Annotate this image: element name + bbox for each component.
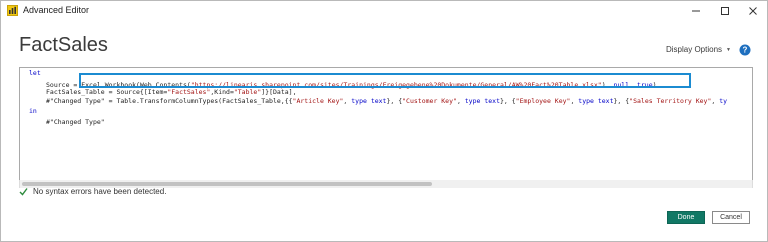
code-line: in — [29, 107, 37, 116]
window-title: Advanced Editor — [23, 5, 90, 15]
code-token: type text — [578, 97, 614, 105]
code-token: , — [711, 97, 720, 105]
code-token: "FactSales" — [167, 88, 211, 96]
cancel-button[interactable]: Cancel — [712, 211, 750, 224]
code-token: "Customer Key" — [402, 97, 457, 105]
source-line-highlight — [79, 73, 691, 88]
code-token: }, { — [386, 97, 403, 105]
code-token: ]}[Data], — [261, 88, 297, 96]
code-token: "Article Key" — [292, 97, 344, 105]
code-token: type text — [351, 97, 387, 105]
display-options-label: Display Options — [666, 45, 723, 54]
help-glyph: ? — [743, 46, 748, 55]
syntax-status-message: No syntax errors have been detected. — [33, 187, 167, 196]
code-token: ,Kind= — [210, 88, 234, 96]
code-token: in — [29, 107, 37, 115]
code-token: "Sales Territory Key" — [629, 97, 712, 105]
caret-down-icon: ▼ — [726, 46, 731, 53]
code-token: }, { — [500, 97, 516, 105]
app-icon — [7, 5, 18, 16]
title-bar: Advanced Editor — [1, 1, 767, 21]
code-token: "Employee Key" — [515, 97, 571, 105]
minimize-icon — [692, 10, 700, 12]
code-token: , — [456, 97, 465, 105]
done-button[interactable]: Done — [667, 211, 705, 224]
advanced-editor-window: Advanced Editor FactSales Display Option… — [0, 0, 768, 242]
scrollbar-thumb[interactable] — [22, 182, 432, 186]
code-line: FactSales_Table = Source{[Item="FactSale… — [46, 88, 297, 97]
code-token: #"Changed Type" = Table.TransformColumnT… — [46, 97, 293, 105]
code-token: FactSales_Table = Source{[Item= — [46, 88, 168, 96]
close-icon — [749, 7, 757, 15]
code-token: }, { — [613, 97, 630, 105]
display-options-dropdown[interactable]: Display Options ▼ — [666, 45, 731, 54]
code-line: let — [29, 69, 41, 78]
code-token: #"Changed Type" — [46, 118, 105, 126]
maximize-button[interactable] — [711, 3, 739, 19]
check-icon — [19, 187, 28, 196]
maximize-icon — [721, 7, 729, 15]
syntax-status: No syntax errors have been detected. — [19, 187, 166, 196]
code-line: #"Changed Type" = Table.TransformColumnT… — [46, 97, 727, 106]
code-token: "Table" — [233, 88, 262, 96]
code-line: #"Changed Type" — [46, 118, 105, 127]
help-icon[interactable]: ? — [739, 43, 751, 56]
code-token: ty — [719, 97, 728, 105]
query-name-title: FactSales — [19, 34, 108, 56]
code-token: let — [29, 69, 41, 77]
close-button[interactable] — [739, 3, 767, 19]
code-token: type text — [464, 97, 500, 105]
minimize-button[interactable] — [682, 3, 710, 19]
